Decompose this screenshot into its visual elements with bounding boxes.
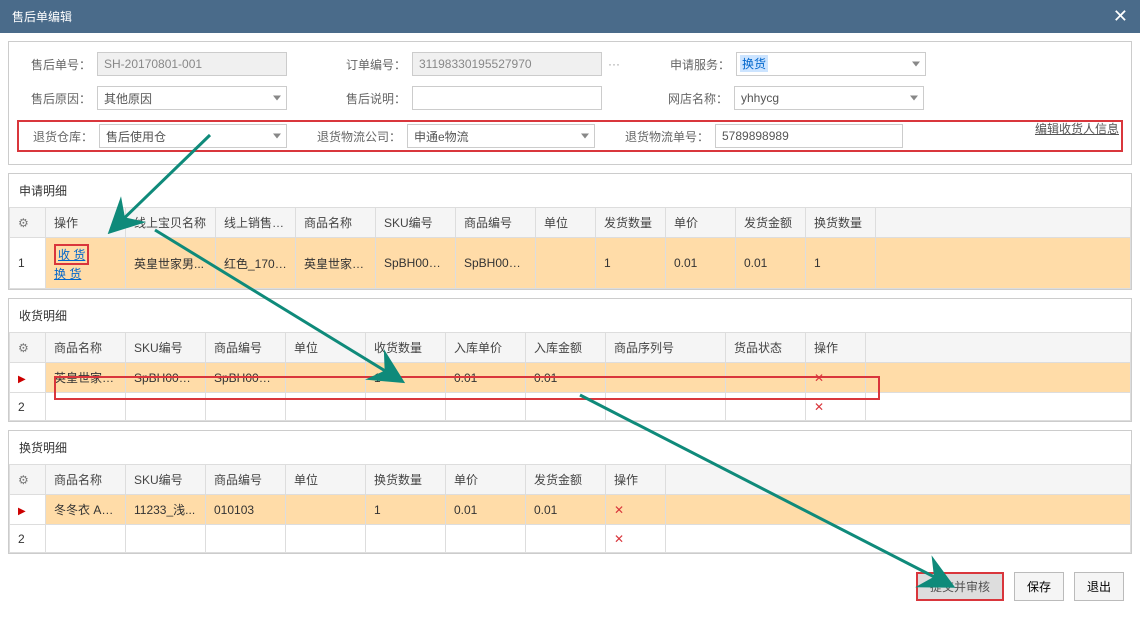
cell-shipqty: 1 [596,238,666,289]
table-row[interactable]: 2 ✕ [10,393,1131,421]
label-desc: 售后说明： [332,90,412,107]
col-pcode: 商品编号 [206,333,286,363]
apply-table: 操作 线上宝贝名称 线上销售属性 商品名称 SKU编号 商品编号 单位 发货数量… [9,207,1131,289]
receive-section: 收货明细 商品名称 SKU编号 商品编号 单位 收货数量 入库单价 入库金额 商… [8,298,1132,422]
exchange-section: 换货明细 商品名称 SKU编号 商品编号 单位 换货数量 单价 发货金额 操作 … [8,430,1132,554]
col-op: 操作 [46,208,126,238]
table-row[interactable]: 2 ✕ [10,525,1131,553]
order-no-more[interactable]: ··· [602,57,626,71]
cell-sku: SpBH0000... [376,238,456,289]
row-marker [10,363,46,393]
table-row[interactable]: 冬冬衣 Ab... 11233_浅... 010103 1 0.01 0.01 … [10,495,1131,525]
col-recvqty: 收货数量 [366,333,446,363]
col-serial: 商品序列号 [606,333,726,363]
gear-icon[interactable] [10,208,46,238]
footer: 提交并审核 保存 退出 [0,562,1140,613]
delete-row-icon[interactable]: ✕ [606,495,666,525]
col-inamt: 入库金额 [526,333,606,363]
cell-pcode: SpBH0000... [456,238,536,289]
exit-button[interactable]: 退出 [1074,572,1124,601]
recv-link[interactable]: 收 货 [58,248,85,262]
cell-olname: 英皇世家男... [126,238,216,289]
apply-section: 申请明细 操作 线上宝贝名称 线上销售属性 商品名称 SKU编号 商品编号 单位… [8,173,1132,290]
col-shipqty: 发货数量 [596,208,666,238]
col-olattr: 线上销售属性 [216,208,296,238]
col-op: 操作 [606,465,666,495]
col-price: 单价 [446,465,526,495]
col-inprice: 入库单价 [446,333,526,363]
apply-row[interactable]: 1 收 货 换 货 英皇世家男... 红色_170/... 英皇世家男... S… [10,238,1131,289]
receive-title: 收货明细 [9,299,1131,332]
label-service: 申请服务： [656,56,736,73]
receive-table: 商品名称 SKU编号 商品编号 单位 收货数量 入库单价 入库金额 商品序列号 … [9,332,1131,421]
label-logistics: 退货物流公司： [307,128,407,145]
row-op: 收 货 换 货 [46,238,126,289]
warehouse-select[interactable] [99,124,287,148]
col-sku: SKU编号 [126,333,206,363]
submit-button[interactable]: 提交并审核 [916,572,1004,601]
col-op: 操作 [806,333,866,363]
col-unit: 单位 [286,465,366,495]
titlebar: 售后单编辑 ✕ [0,0,1140,33]
col-sku: SKU编号 [376,208,456,238]
close-icon[interactable]: ✕ [1113,6,1128,27]
col-exqty: 换货数量 [366,465,446,495]
col-shipamt: 发货金额 [736,208,806,238]
col-status: 货品状态 [726,333,806,363]
cell-exqty: 1 [806,238,876,289]
aftersale-no-input [97,52,287,76]
apply-title: 申请明细 [9,174,1131,207]
col-pname: 商品名称 [46,465,126,495]
col-shipamt: 发货金额 [526,465,606,495]
col-unit: 单位 [286,333,366,363]
col-pcode: 商品编号 [206,465,286,495]
col-pname: 商品名称 [46,333,126,363]
delete-row-icon[interactable]: ✕ [806,363,866,393]
track-no-input[interactable] [715,124,903,148]
table-row[interactable]: 英皇世家男... SpBH0000... SpBH0000... 1 0.01 … [10,363,1131,393]
label-reason: 售后原因： [17,90,97,107]
gear-icon[interactable] [10,465,46,495]
edit-consignee-link[interactable]: 编辑收货人信息 [1035,120,1119,137]
col-pname: 商品名称 [296,208,376,238]
col-sku: SKU编号 [126,465,206,495]
order-no-input [412,52,602,76]
col-unit: 单位 [536,208,596,238]
logistics-select[interactable] [407,124,595,148]
exchange-title: 换货明细 [9,431,1131,464]
form-panel: 售后单号： 订单编号： ··· 申请服务： 换货 售后原因： 售后说明： 网店名… [8,41,1132,165]
reason-select[interactable] [97,86,287,110]
shop-select[interactable] [734,86,924,110]
label-warehouse: 退货仓库： [19,128,99,145]
label-aftersale-no: 售后单号： [17,56,97,73]
row-idx: 1 [10,238,46,289]
label-shop: 网店名称： [654,90,734,107]
window-title: 售后单编辑 [12,8,72,25]
col-exqty: 换货数量 [806,208,876,238]
exchange-table: 商品名称 SKU编号 商品编号 单位 换货数量 单价 发货金额 操作 冬冬衣 A… [9,464,1131,553]
col-olname: 线上宝贝名称 [126,208,216,238]
cell-pname: 英皇世家男... [296,238,376,289]
save-button[interactable]: 保存 [1014,572,1064,601]
cell-olattr: 红色_170/... [216,238,296,289]
cell-price: 0.01 [666,238,736,289]
gear-icon[interactable] [10,333,46,363]
label-track-no: 退货物流单号： [615,128,715,145]
label-order-no: 订单编号： [332,56,412,73]
delete-row-icon[interactable]: ✕ [606,525,666,553]
cell-shipamt: 0.01 [736,238,806,289]
col-pcode: 商品编号 [456,208,536,238]
desc-input[interactable] [412,86,602,110]
delete-row-icon[interactable]: ✕ [806,393,866,421]
row-marker [10,495,46,525]
exchange-link[interactable]: 换 货 [54,267,81,281]
col-price: 单价 [666,208,736,238]
cell-unit [536,238,596,289]
